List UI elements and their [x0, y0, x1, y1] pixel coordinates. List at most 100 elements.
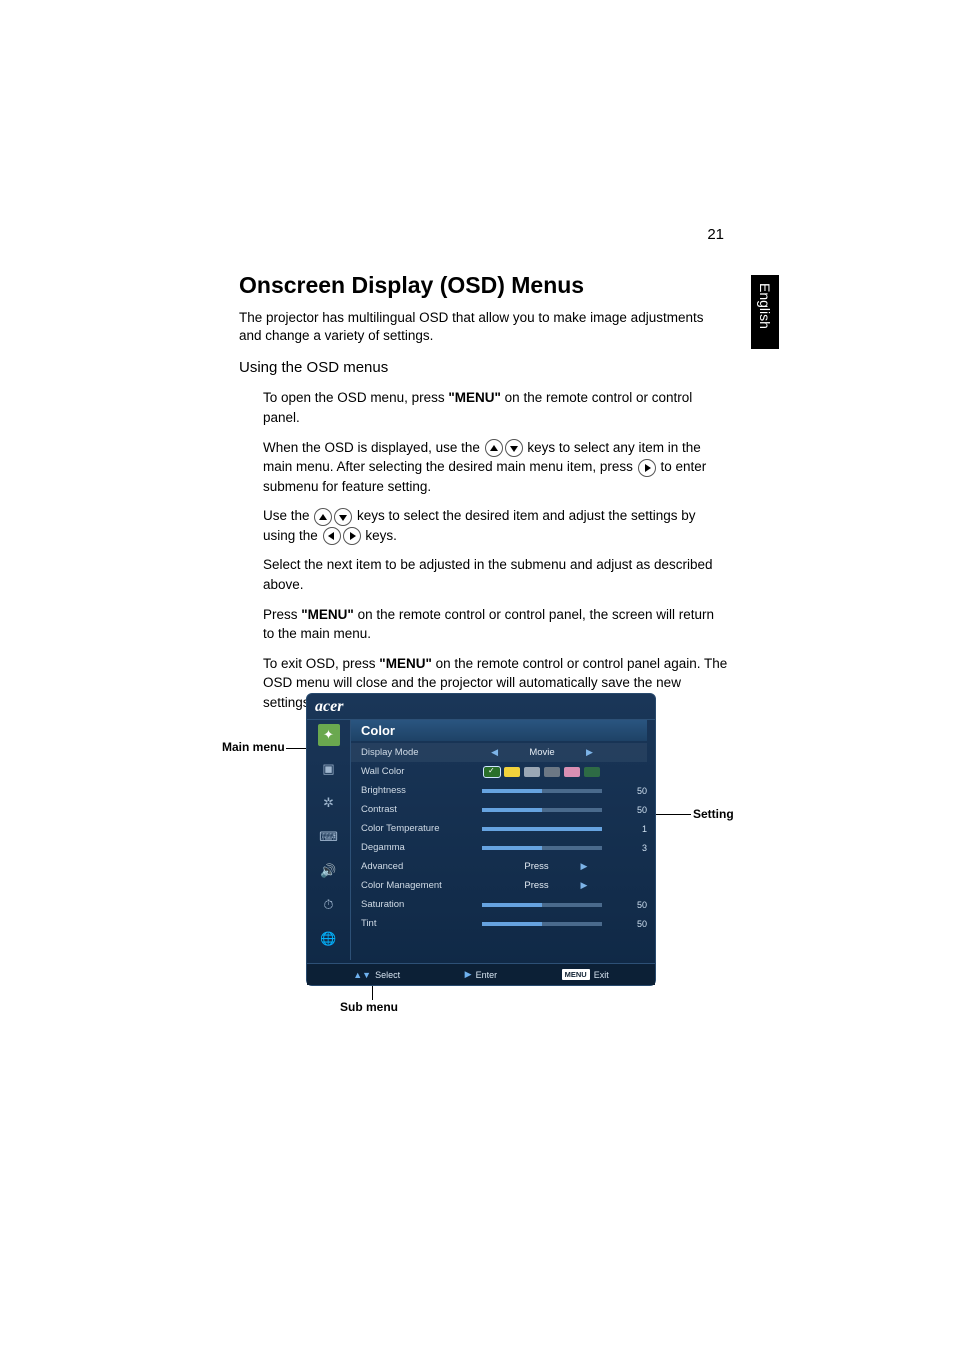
menu-badge: MENU: [562, 969, 590, 980]
swatch[interactable]: [544, 767, 560, 777]
swatch[interactable]: [524, 767, 540, 777]
text: To exit OSD, press: [263, 656, 379, 671]
color-icon[interactable]: ✦: [318, 724, 340, 746]
settings-icon[interactable]: ✲: [318, 792, 340, 814]
slider[interactable]: [482, 808, 602, 812]
down-arrow-icon: [334, 508, 352, 526]
slider-fill: [482, 827, 602, 831]
footer-exit: MENUExit: [562, 969, 609, 980]
bullet-item: Select the next item to be adjusted in t…: [263, 555, 729, 594]
osd-value-text: Press: [497, 861, 577, 872]
footer-select: ▲▼Select: [353, 970, 400, 980]
osd-row[interactable]: Color Temperature 1: [351, 819, 647, 838]
osd-row-control: [461, 903, 623, 907]
osd-row[interactable]: Saturation 50: [351, 895, 647, 914]
text: Use the: [263, 508, 313, 523]
osd-footer: ▲▼Select ▶ Enter MENUExit: [307, 963, 655, 985]
osd-row-control: [461, 846, 623, 850]
text: Press: [263, 607, 301, 622]
osd-row-control: Press▶: [461, 880, 623, 891]
osd-row-control: [461, 789, 623, 793]
slider-fill: [482, 903, 542, 907]
osd-row[interactable]: Tint 50: [351, 914, 647, 933]
osd-row-label: Brightness: [361, 785, 461, 796]
bullet-item: When the OSD is displayed, use the keys …: [263, 438, 729, 497]
swatch[interactable]: [504, 767, 520, 777]
page-number: 21: [707, 226, 724, 243]
osd-header: acer: [307, 694, 655, 720]
right-arrow-icon: [638, 459, 656, 477]
osd-row-label: Degamma: [361, 842, 461, 853]
page-content: Onscreen Display (OSD) Menus The project…: [239, 272, 729, 722]
text: Select: [375, 970, 400, 980]
osd-panel: acer ✦ ▣ ✲ ⌨ 🔊 ⏱ 🌐 Color Display Mode◀Mo…: [306, 693, 656, 986]
swatch[interactable]: [584, 767, 600, 777]
slider[interactable]: [482, 789, 602, 793]
left-arrow-icon[interactable]: ◀: [491, 747, 498, 758]
slider[interactable]: [482, 827, 602, 831]
menu-key-label: "MENU": [301, 607, 354, 622]
bullet-list: To open the OSD menu, press "MENU" on th…: [239, 388, 729, 712]
text: keys.: [365, 528, 397, 543]
slider[interactable]: [482, 922, 602, 926]
osd-row-control: [461, 922, 623, 926]
osd-row-control: [461, 767, 623, 777]
osd-row-value: 1: [623, 824, 647, 834]
audio-icon[interactable]: 🔊: [318, 860, 340, 882]
language-icon[interactable]: 🌐: [318, 928, 340, 950]
image-icon[interactable]: ▣: [318, 758, 340, 780]
right-arrow-icon[interactable]: ▶: [581, 861, 588, 872]
osd-row-label: Saturation: [361, 899, 461, 910]
osd-row[interactable]: Brightness50: [351, 781, 647, 800]
bullet-item: Use the keys to select the desired item …: [263, 506, 729, 545]
osd-row-value: 3: [623, 843, 647, 853]
text: When the OSD is displayed, use the: [263, 440, 484, 455]
osd-value-text: Movie: [502, 747, 582, 758]
up-arrow-icon: [314, 508, 332, 526]
right-arrow-icon: [343, 527, 361, 545]
osd-row[interactable]: Contrast50: [351, 800, 647, 819]
osd-row[interactable]: Wall Color: [351, 762, 647, 781]
language-tab: English: [751, 275, 779, 349]
osd-row-label: Display Mode: [361, 747, 461, 758]
wall-color-swatches: [484, 767, 600, 777]
management-icon[interactable]: ⌨: [318, 826, 340, 848]
osd-row[interactable]: Degamma 3: [351, 838, 647, 857]
timer-icon[interactable]: ⏱: [318, 894, 340, 916]
menu-key-label: "MENU": [448, 390, 501, 405]
callout-sub-menu: Sub menu: [340, 1000, 398, 1014]
page-title: Onscreen Display (OSD) Menus: [239, 272, 729, 299]
callout-setting: Setting: [693, 807, 734, 821]
footer-enter: ▶ Enter: [465, 969, 497, 980]
slider-fill: [482, 789, 542, 793]
osd-row-label: Color Temperature: [361, 823, 461, 834]
right-arrow-icon: ▶: [465, 969, 472, 980]
osd-row-control: [461, 827, 623, 831]
swatch[interactable]: [564, 767, 580, 777]
slider[interactable]: [482, 846, 602, 850]
osd-row-label: Contrast: [361, 804, 461, 815]
slider-fill: [482, 922, 542, 926]
osd-row-label: Wall Color: [361, 766, 461, 777]
osd-row[interactable]: Advanced Press ▶: [351, 857, 647, 876]
intro-paragraph: The projector has multilingual OSD that …: [239, 309, 729, 345]
right-arrow-icon[interactable]: ▶: [586, 747, 593, 758]
bullet-item: To open the OSD menu, press "MENU" on th…: [263, 388, 729, 427]
slider-fill: [482, 846, 542, 850]
left-arrow-icon: [323, 527, 341, 545]
osd-row-label: Color Management: [361, 880, 461, 891]
right-arrow-icon[interactable]: ▶: [581, 880, 588, 891]
osd-row-label: Advanced: [361, 861, 461, 872]
osd-row-value: 50: [623, 919, 647, 929]
swatch[interactable]: [484, 767, 500, 777]
text: Enter: [476, 970, 498, 980]
osd-row-control: ◀ Movie ▶: [461, 747, 623, 758]
osd-row-label: Tint: [361, 918, 461, 929]
slider[interactable]: [482, 903, 602, 907]
osd-row-value: 50: [623, 900, 647, 910]
osd-row[interactable]: Display Mode ◀ Movie ▶: [351, 743, 647, 762]
osd-row[interactable]: Color ManagementPress▶: [351, 876, 647, 895]
bullet-item: Press "MENU" on the remote control or co…: [263, 605, 729, 644]
osd-screenshot: acer ✦ ▣ ✲ ⌨ 🔊 ⏱ 🌐 Color Display Mode◀Mo…: [306, 693, 656, 986]
osd-body: ✦ ▣ ✲ ⌨ 🔊 ⏱ 🌐 Color Display Mode◀Movie▶W…: [307, 720, 655, 960]
